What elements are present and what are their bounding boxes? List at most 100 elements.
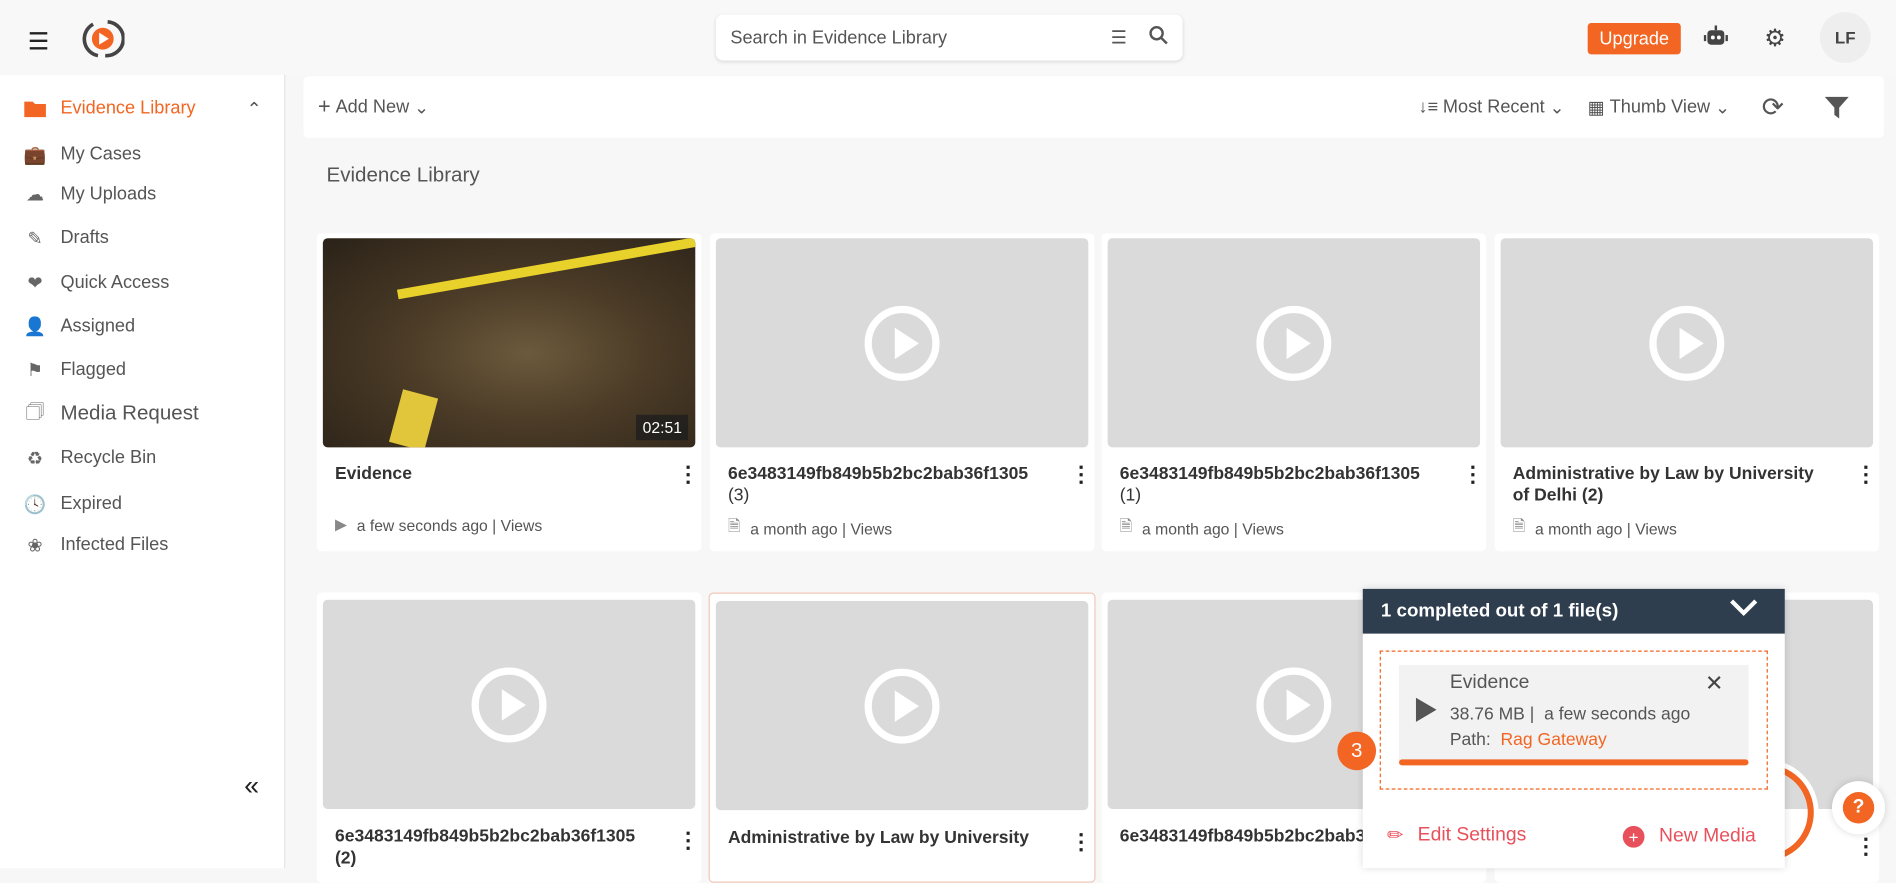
sort-icon: ↓≡ — [1418, 96, 1439, 118]
more-options-icon[interactable]: ⋮ — [1070, 463, 1092, 485]
grid-icon: ▦ — [1587, 97, 1605, 118]
document-icon: 🗎 — [1512, 516, 1526, 535]
card-title[interactable]: Evidence — [335, 463, 652, 485]
close-icon[interactable]: ✕ — [1705, 671, 1723, 696]
duration-label: 02:51 — [636, 414, 689, 441]
sidebar-item-evidence-library[interactable]: Evidence Library ⌃ — [24, 97, 262, 119]
sidebar-item-assigned[interactable]: 👤 Assigned — [24, 316, 135, 337]
briefcase-icon: 💼 — [23, 144, 47, 166]
badge-icon: 👤 — [23, 316, 47, 337]
upload-file-details: 38.76 MB | a few seconds ago — [1449, 704, 1691, 725]
card-meta-text: a few seconds ago | Views — [356, 515, 543, 534]
sidebar-item-infected-files[interactable]: ❀ Infected Files — [24, 534, 168, 555]
thumbnail-placeholder[interactable] — [715, 238, 1089, 448]
media-card[interactable]: 6e3483149fb849b5b2bc2bab36f1305 (1) ⋮ 🗎 a … — [1101, 233, 1487, 552]
upload-item: Evidence ✕ 38.76 MB | a few seconds ago … — [1399, 665, 1749, 765]
plus-circle-icon: + — [1622, 825, 1645, 848]
thumbnail-placeholder[interactable] — [322, 599, 696, 809]
chevron-down-icon: ⌄ — [1714, 97, 1731, 118]
sidebar-item-quick-access[interactable]: ❤ Quick Access — [24, 272, 169, 293]
sidebar-item-my-cases[interactable]: 💼 My Cases — [24, 144, 141, 165]
sidebar-item-expired[interactable]: 🕓 Expired — [24, 493, 122, 514]
sidebar-item-label: Quick Access — [60, 272, 170, 293]
thumbnail-placeholder[interactable] — [715, 600, 1089, 811]
sidebar: Evidence Library ⌃ 💼 My Cases ☁ My Uploads … — [0, 74, 286, 869]
settings-gears-icon[interactable]: ⚙ — [1764, 23, 1786, 53]
card-title[interactable]: 6e3483149fb849b5b2bc2bab36f1305 (1) — [1120, 463, 1437, 507]
collapse-sidebar-icon[interactable]: « — [244, 770, 259, 801]
card-title[interactable]: Administrative by Law by University — [728, 827, 1045, 849]
upload-panel-header[interactable]: 1 completed out of 1 file(s) — [1362, 588, 1785, 634]
upload-panel: 1 completed out of 1 file(s) Evidence ✕ … — [1362, 588, 1785, 869]
sidebar-item-drafts[interactable]: ✎ Drafts — [24, 227, 109, 248]
path-link[interactable]: Rag Gateway — [1501, 730, 1607, 749]
card-title[interactable]: Administrative by Law by University of De… — [1513, 463, 1830, 507]
sidebar-item-label: My Uploads — [60, 183, 157, 205]
more-options-icon[interactable]: ⋮ — [677, 830, 699, 852]
media-card-selected[interactable]: Administrative by Law by University ⋮ — [708, 592, 1096, 883]
card-meta: 🗎 a month ago | Views — [1120, 515, 1284, 542]
filter-sliders-icon[interactable]: ☰ — [1111, 27, 1127, 49]
video-thumbnail[interactable]: 02:51 — [322, 238, 696, 448]
video-icon: ▶ — [334, 515, 348, 534]
play-icon — [471, 666, 547, 742]
chevron-down-icon[interactable] — [1729, 597, 1758, 622]
help-icon: ? — [1842, 792, 1875, 824]
more-options-icon[interactable]: ⋮ — [1855, 463, 1877, 485]
chevron-down-icon: ⌄ — [1549, 97, 1565, 118]
bug-icon: ❀ — [27, 535, 43, 556]
search-icon[interactable] — [1149, 25, 1168, 49]
sidebar-item-label: Assigned — [60, 315, 136, 337]
avatar[interactable]: LF — [1819, 12, 1871, 63]
sidebar-item-label: Flagged — [60, 359, 127, 380]
search-input[interactable]: Search in Evidence Library ☰ — [715, 14, 1183, 61]
media-card[interactable]: Administrative by Law by University of De… — [1494, 233, 1880, 552]
new-media-button[interactable]: + New Media — [1622, 825, 1756, 848]
upload-progress-bar — [1399, 759, 1749, 766]
play-icon[interactable] — [1415, 697, 1437, 722]
view-label: Thumb View — [1609, 96, 1711, 118]
help-button[interactable]: ? — [1831, 781, 1886, 835]
sidebar-item-media-request[interactable]: 🗇 Media Request — [24, 400, 199, 425]
sidebar-item-label: Evidence Library — [60, 97, 196, 119]
card-meta: ▶ a few seconds ago | Views — [335, 515, 542, 534]
card-title[interactable]: 6e3483149fb849b5b2bc2bab36f1305 (2) — [335, 826, 652, 870]
sort-dropdown[interactable]: ↓≡ Most Recent ⌄ — [1418, 76, 1564, 138]
chevron-up-icon[interactable]: ⌃ — [247, 97, 262, 120]
thumbnail-placeholder[interactable] — [1500, 238, 1874, 448]
add-new-button[interactable]: + Add New ⌄ — [318, 76, 429, 138]
card-meta-text: a month ago | Views — [1535, 519, 1677, 538]
play-icon — [1256, 305, 1332, 381]
thumbnail-placeholder[interactable] — [1107, 238, 1481, 448]
robot-icon[interactable] — [1703, 25, 1728, 53]
upgrade-button[interactable]: Upgrade — [1587, 22, 1681, 55]
more-options-icon[interactable]: ⋮ — [1070, 831, 1092, 853]
media-card[interactable]: 6e3483149fb849b5b2bc2bab36f1305 (2) ⋮ — [316, 592, 702, 883]
step-badge: 3 — [1337, 731, 1377, 771]
flag-icon: ⚑ — [26, 359, 44, 381]
more-options-icon[interactable]: ⋮ — [1462, 463, 1484, 485]
sidebar-item-label: Drafts — [60, 227, 109, 248]
search-placeholder: Search in Evidence Library — [730, 27, 948, 48]
card-meta-text: a month ago | Views — [750, 519, 893, 538]
play-icon — [864, 305, 940, 381]
sidebar-item-recycle-bin[interactable]: ♻ Recycle Bin — [24, 447, 156, 468]
upload-path: Path: Rag Gateway — [1449, 730, 1607, 750]
upload-file-name: Evidence — [1449, 672, 1530, 693]
edit-settings-button[interactable]: ✏ Edit Settings — [1387, 823, 1526, 847]
recycle-icon: ♻ — [26, 448, 44, 469]
more-options-icon[interactable]: ⋮ — [677, 463, 699, 485]
refresh-icon[interactable]: ⟳ — [1762, 76, 1784, 138]
media-card[interactable]: 6e3483149fb849b5b2bc2bab36f1305 (3) ⋮ 🗎 a … — [709, 233, 1095, 552]
app-logo[interactable] — [81, 17, 126, 61]
sidebar-item-my-uploads[interactable]: ☁ My Uploads — [24, 184, 156, 205]
media-card[interactable]: 02:51 Evidence ⋮ ▶ a few seconds ago | Vi… — [316, 233, 702, 552]
sidebar-item-label: My Cases — [60, 143, 142, 165]
filter-icon[interactable] — [1824, 76, 1849, 138]
more-options-icon[interactable]: ⋮ — [1855, 836, 1877, 858]
view-dropdown[interactable]: ▦ Thumb View ⌄ — [1588, 76, 1731, 138]
hamburger-menu-icon[interactable]: ☰ — [28, 27, 50, 57]
plus-icon: + — [318, 94, 331, 119]
card-title[interactable]: 6e3483149fb849b5b2bc2bab36f1305 (3) — [728, 463, 1045, 507]
sidebar-item-flagged[interactable]: ⚑ Flagged — [24, 359, 126, 380]
